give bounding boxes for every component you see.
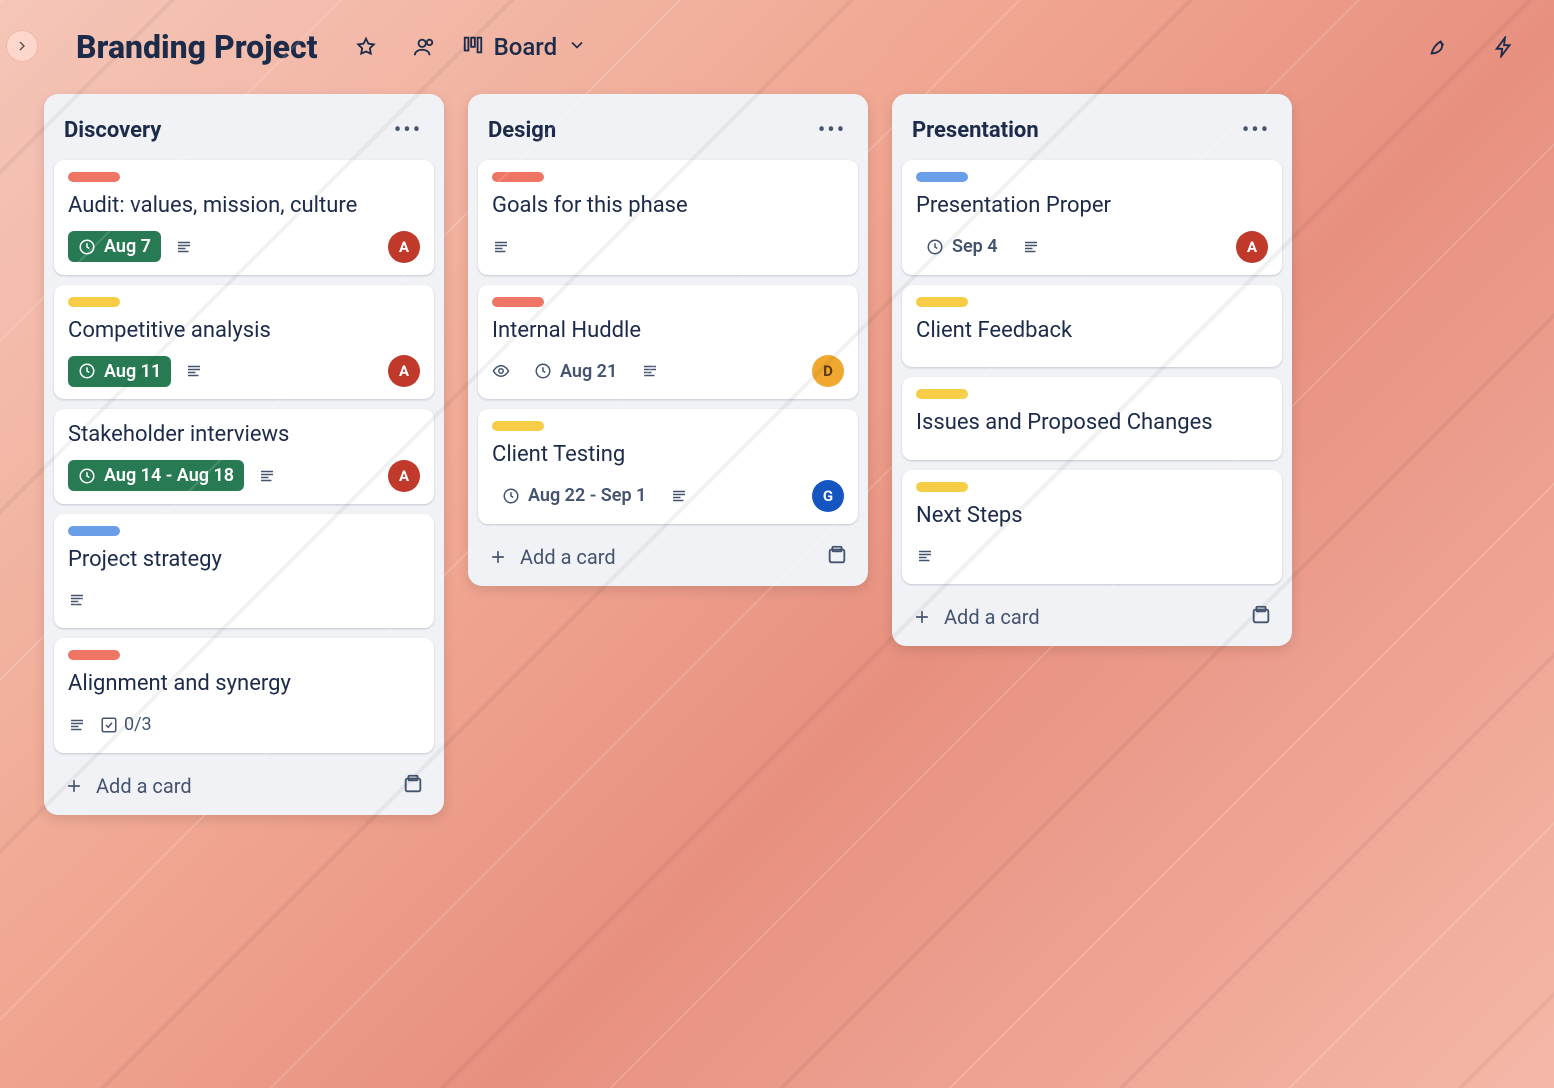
add-card-button[interactable]: Add a card [912,605,1040,629]
board: Discovery ••• Audit: values, mission, cult… [0,94,1554,815]
sidebar-toggle[interactable] [6,30,38,62]
list-menu-button[interactable]: ••• [816,114,848,146]
card-footer: Aug 14 - Aug 18 A [68,460,420,492]
card-title: Alignment and synergy [68,670,420,699]
card-title: Goals for this phase [492,192,844,221]
card-template-button[interactable] [826,544,848,570]
list: Presentation ••• Presentation Proper Sep 4 A… [892,94,1292,646]
description-icon [175,238,193,256]
description-icon [1022,238,1040,256]
card[interactable]: Client Testing Aug 22 - Sep 1 G [478,409,858,524]
card-label[interactable] [916,482,968,492]
card-label[interactable] [492,421,544,431]
member-avatar[interactable]: A [388,231,420,263]
card[interactable]: Issues and Proposed Changes [902,377,1282,460]
member-avatar[interactable]: A [1236,231,1268,263]
card-footer [916,540,1268,572]
card[interactable]: Audit: values, mission, culture Aug 7 A [54,160,434,275]
description-icon [670,487,688,505]
watch-icon [492,362,510,380]
card-title: Internal Huddle [492,317,844,346]
list-menu-button[interactable]: ••• [392,114,424,146]
member-avatar[interactable]: A [388,460,420,492]
automation-button[interactable] [1484,27,1524,67]
card-title: Issues and Proposed Changes [916,409,1268,438]
view-switcher[interactable]: Board [462,33,588,61]
view-label: Board [494,33,558,61]
card-title: Audit: values, mission, culture [68,192,420,221]
member-avatar[interactable]: G [812,480,844,512]
card-label[interactable] [68,526,120,536]
card-label[interactable] [492,297,544,307]
card-label[interactable] [68,172,120,182]
card-title: Presentation Proper [916,192,1268,221]
card-title: Stakeholder interviews [68,421,420,450]
card-footer: Sep 4 A [916,231,1268,263]
card-label[interactable] [68,650,120,660]
card[interactable]: Competitive analysis Aug 11 A [54,285,434,400]
chevron-down-icon [567,35,587,59]
due-date-badge[interactable]: Aug 11 [68,356,171,387]
due-date-badge[interactable]: Aug 21 [524,356,627,387]
card-footer: Aug 21 D [492,355,844,387]
card-template-button[interactable] [402,773,424,799]
description-icon [916,547,934,565]
due-date-badge[interactable]: Aug 22 - Sep 1 [492,480,656,511]
card-label[interactable] [68,297,120,307]
checklist-badge[interactable]: 0/3 [100,714,152,735]
list: Design ••• Goals for this phase Internal Hu… [468,94,868,586]
card[interactable]: Stakeholder interviews Aug 14 - Aug 18 A [54,409,434,504]
card-label[interactable] [916,297,968,307]
card-title: Client Feedback [916,317,1268,346]
add-card-button[interactable]: Add a card [488,545,616,569]
rocket-button[interactable] [1418,27,1458,67]
description-icon [68,591,86,609]
list-title[interactable]: Discovery [64,118,161,143]
due-date-badge[interactable]: Sep 4 [916,231,1008,262]
member-avatar[interactable]: D [812,355,844,387]
list-menu-button[interactable]: ••• [1240,114,1272,146]
card-footer: Aug 11 A [68,355,420,387]
card-title: Next Steps [916,502,1268,531]
members-button[interactable] [404,27,444,67]
star-button[interactable] [346,27,386,67]
card[interactable]: Presentation Proper Sep 4 A [902,160,1282,275]
card-title: Competitive analysis [68,317,420,346]
card-title: Project strategy [68,546,420,575]
list-title[interactable]: Presentation [912,118,1039,143]
board-title[interactable]: Branding Project [66,24,328,70]
list-title[interactable]: Design [488,118,556,143]
card-label[interactable] [492,172,544,182]
card-footer: Aug 7 A [68,231,420,263]
member-avatar[interactable]: A [388,355,420,387]
due-date-badge[interactable]: Aug 7 [68,231,161,262]
board-view-icon [462,34,484,60]
card[interactable]: Next Steps [902,470,1282,585]
add-card-button[interactable]: Add a card [64,774,192,798]
description-icon [258,467,276,485]
description-icon [68,716,86,734]
description-icon [185,362,203,380]
card[interactable]: Client Feedback [902,285,1282,368]
card-footer: 0/3 [68,709,420,741]
description-icon [492,238,510,256]
card[interactable]: Alignment and synergy 0/3 [54,638,434,753]
card-footer [492,231,844,263]
description-icon [641,362,659,380]
list: Discovery ••• Audit: values, mission, cult… [44,94,444,815]
due-date-badge[interactable]: Aug 14 - Aug 18 [68,460,244,491]
card[interactable]: Project strategy [54,514,434,629]
card-label[interactable] [916,172,968,182]
card-template-button[interactable] [1250,604,1272,630]
card-footer [68,584,420,616]
card-footer: Aug 22 - Sep 1 G [492,480,844,512]
card-title: Client Testing [492,441,844,470]
card-label[interactable] [916,389,968,399]
card[interactable]: Internal Huddle Aug 21 D [478,285,858,400]
card[interactable]: Goals for this phase [478,160,858,275]
board-header: Branding Project Board [0,0,1554,94]
